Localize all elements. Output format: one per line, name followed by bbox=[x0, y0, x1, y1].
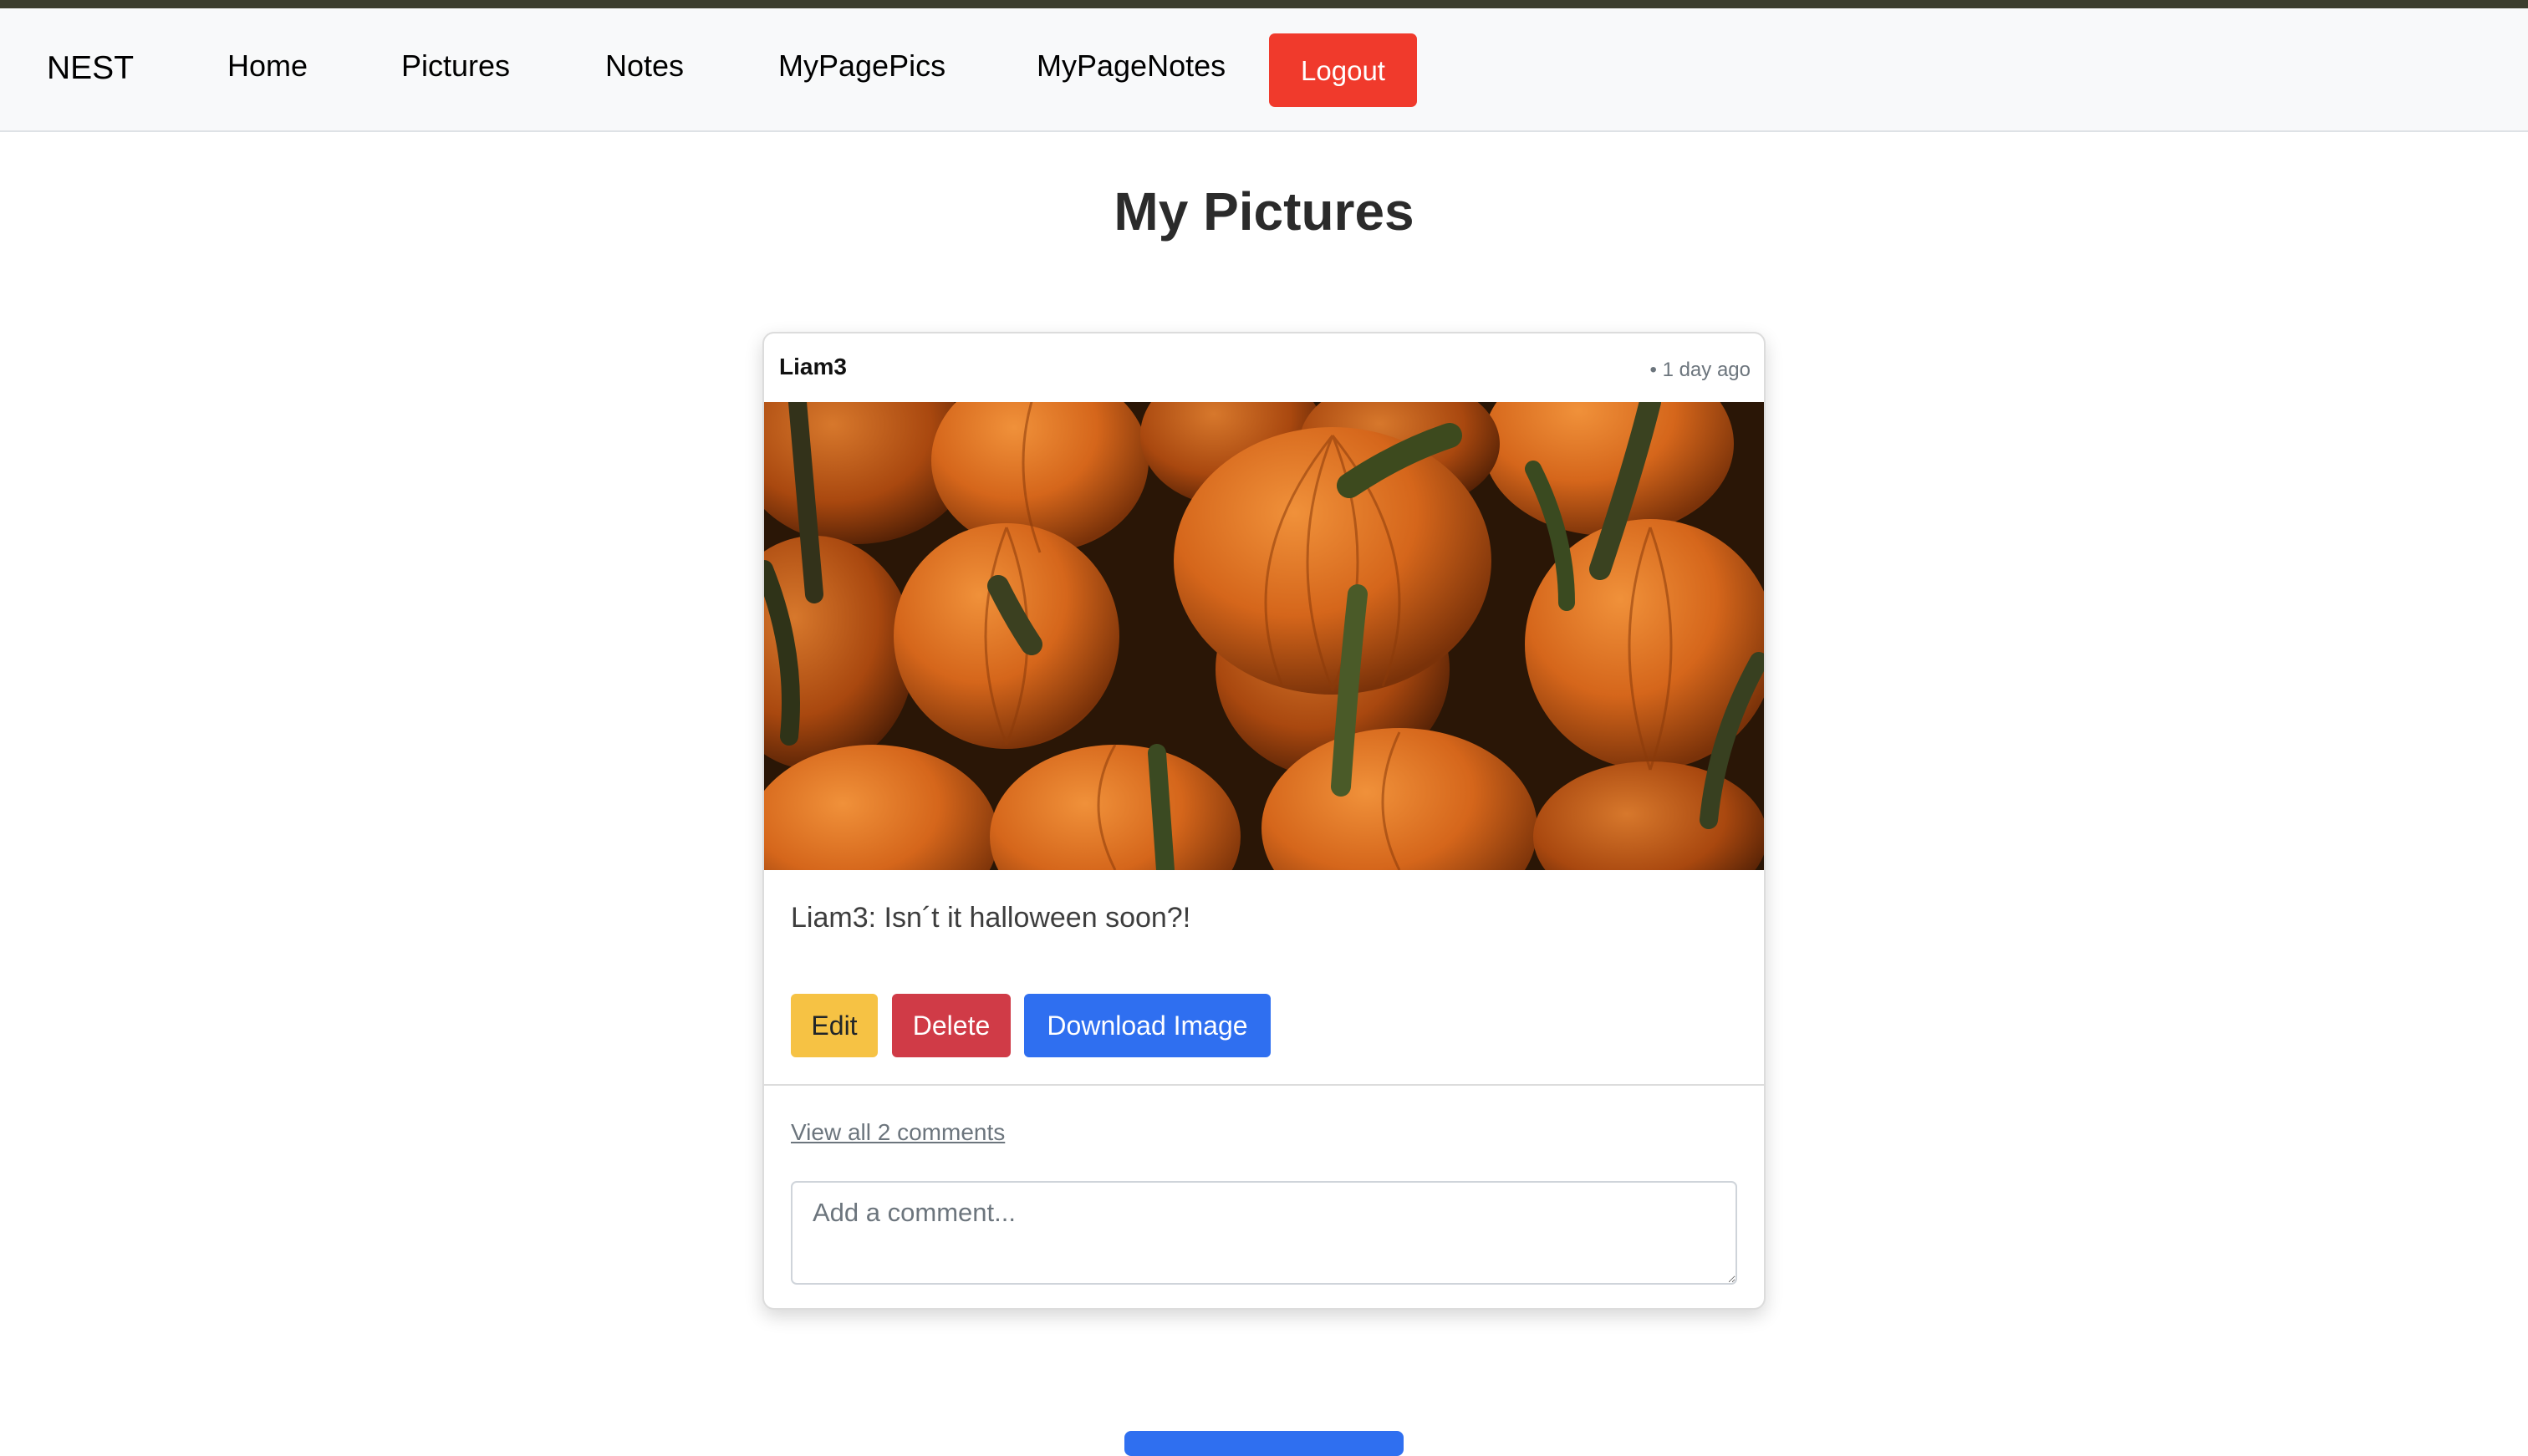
top-accent-bar bbox=[0, 0, 2528, 8]
card-divider bbox=[764, 1084, 1764, 1086]
edit-button[interactable]: Edit bbox=[791, 994, 878, 1057]
nav-link-mypagenotes[interactable]: MyPageNotes bbox=[1037, 48, 1226, 84]
delete-button[interactable]: Delete bbox=[892, 994, 1011, 1057]
nav-link-notes[interactable]: Notes bbox=[605, 48, 684, 84]
picture-card: Liam3 • 1 day ago Liam3: Isn´t it hallow… bbox=[762, 332, 1766, 1310]
bottom-action-button[interactable] bbox=[1124, 1431, 1404, 1456]
page-title: My Pictures bbox=[1114, 181, 1414, 242]
nav-link-home[interactable]: Home bbox=[227, 48, 308, 84]
logout-button[interactable]: Logout bbox=[1269, 33, 1417, 107]
post-timestamp: • 1 day ago bbox=[1649, 359, 1751, 381]
brand-logo[interactable]: NEST bbox=[47, 50, 134, 87]
download-image-button[interactable]: Download Image bbox=[1024, 994, 1271, 1057]
pumpkins-photo bbox=[764, 402, 1764, 870]
navbar: NEST Home Pictures Notes MyPagePics MyPa… bbox=[0, 8, 2528, 132]
nav-link-mypagepics[interactable]: MyPagePics bbox=[778, 48, 945, 84]
comment-input[interactable] bbox=[791, 1181, 1737, 1285]
post-caption: Liam3: Isn´t it halloween soon?! bbox=[791, 902, 1191, 934]
post-username: Liam3 bbox=[779, 354, 847, 379]
card-header: Liam3 • 1 day ago bbox=[764, 333, 1764, 402]
nav-link-pictures[interactable]: Pictures bbox=[401, 48, 510, 84]
view-comments-link[interactable]: View all 2 comments bbox=[791, 1119, 1005, 1146]
